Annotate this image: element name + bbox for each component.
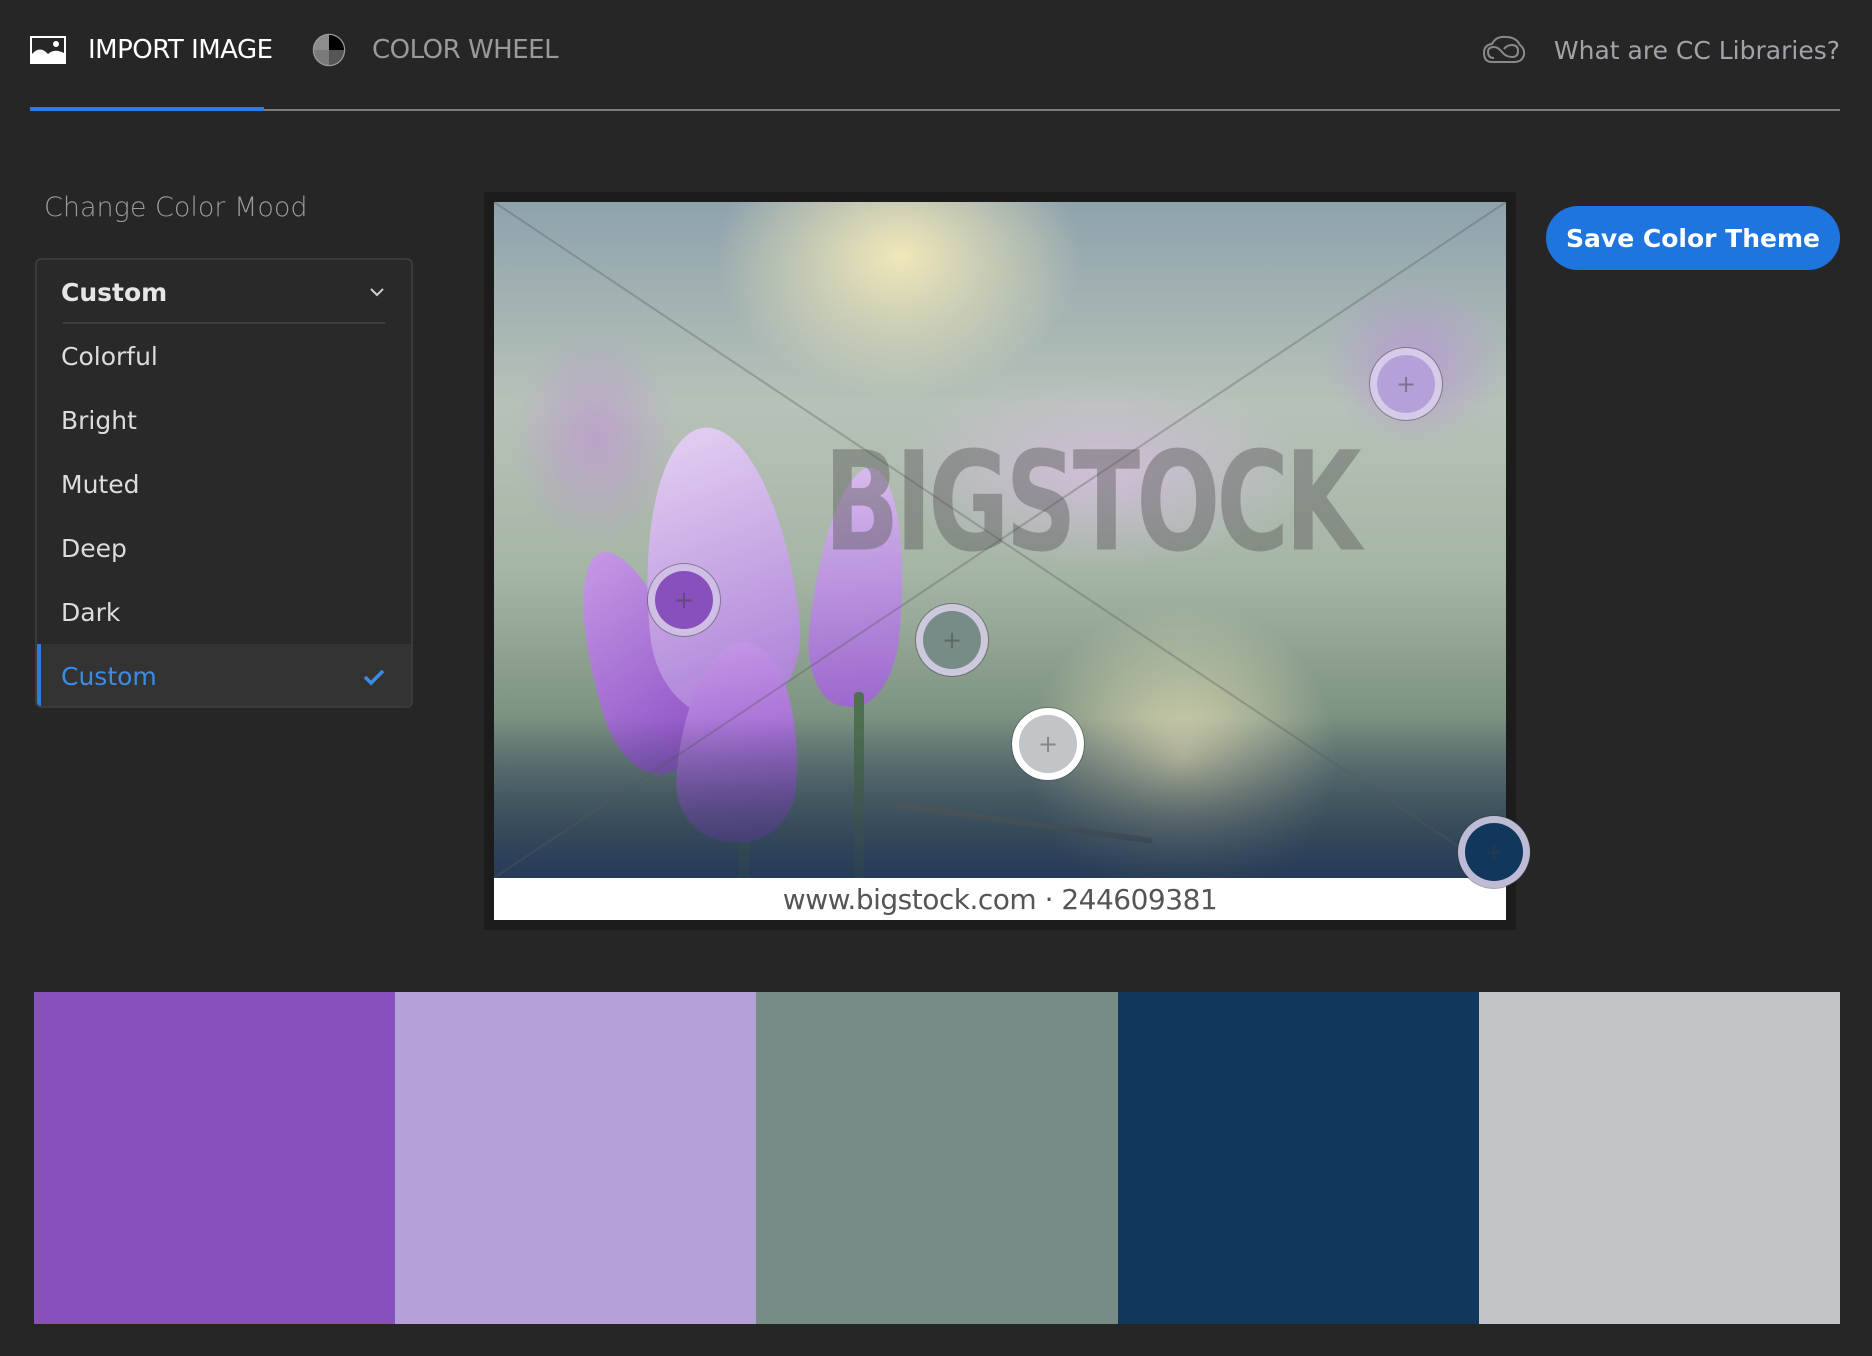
color-swatch[interactable] — [34, 992, 396, 1324]
image-frame: BIGSTOCK www.bigstock.com · 244609381 — [484, 192, 1516, 930]
tab-import-image-label: IMPORT IMAGE — [88, 35, 273, 65]
source-photo: BIGSTOCK — [494, 202, 1506, 878]
change-color-mood-title: Change Color Mood — [44, 192, 308, 223]
color-theme-swatches — [34, 992, 1841, 1324]
tab-color-wheel-label: COLOR WHEEL — [372, 35, 559, 65]
watermark-text: BIGSTOCK — [824, 422, 1362, 582]
color-swatch[interactable] — [1117, 992, 1479, 1324]
cc-libraries-link[interactable]: What are CC Libraries? — [1482, 28, 1840, 72]
mood-option-bright[interactable]: Bright — [37, 388, 411, 452]
plus-icon: + — [941, 626, 963, 654]
mood-option-dark[interactable]: Dark — [37, 580, 411, 644]
color-swatch[interactable] — [395, 992, 757, 1324]
color-swatch[interactable] — [1478, 992, 1841, 1324]
mood-option-deep[interactable]: Deep — [37, 516, 411, 580]
color-picker-handle[interactable]: + — [648, 564, 720, 636]
color-mood-dropdown-toggle[interactable]: Custom — [37, 260, 411, 324]
mood-option-label: Dark — [61, 597, 121, 627]
tab-color-wheel[interactable]: COLOR WHEEL — [312, 28, 559, 72]
color-mood-selected-value: Custom — [61, 277, 168, 307]
color-picker-handle[interactable]: + — [1012, 708, 1084, 780]
plus-icon: + — [1483, 838, 1505, 866]
tab-import-image[interactable]: IMPORT IMAGE — [30, 28, 273, 72]
photo-footer: www.bigstock.com · 244609381 — [494, 878, 1506, 920]
active-tab-indicator — [30, 107, 264, 111]
mood-option-label: Bright — [61, 405, 137, 435]
creative-cloud-icon — [1482, 35, 1526, 63]
photo-credit: www.bigstock.com · 244609381 — [782, 882, 1218, 916]
plus-icon: + — [1395, 370, 1417, 398]
cc-libraries-label: What are CC Libraries? — [1553, 35, 1840, 65]
image-icon — [30, 36, 66, 64]
mood-option-label: Muted — [61, 469, 140, 499]
mood-option-label: Colorful — [61, 341, 158, 371]
color-swatch[interactable] — [756, 992, 1118, 1324]
color-picker-handle[interactable]: + — [916, 604, 988, 676]
mood-option-muted[interactable]: Muted — [37, 452, 411, 516]
color-mood-options: Colorful Bright Muted Deep Dark Custom — [37, 324, 411, 706]
save-color-theme-button[interactable]: Save Color Theme — [1546, 206, 1840, 270]
tab-divider — [30, 109, 1840, 111]
checkmark-icon — [363, 669, 385, 686]
color-mood-dropdown[interactable]: Custom Colorful Bright Muted Deep Dark C… — [35, 258, 413, 708]
mood-option-label: Custom — [61, 661, 157, 691]
mood-option-colorful[interactable]: Colorful — [37, 324, 411, 388]
mood-option-label: Deep — [61, 533, 127, 563]
color-picker-handle[interactable]: + — [1370, 348, 1442, 420]
color-wheel-icon — [312, 33, 346, 67]
chevron-down-icon — [370, 288, 384, 297]
plus-icon: + — [673, 586, 695, 614]
color-picker-handle[interactable]: + — [1458, 816, 1530, 888]
mood-option-custom[interactable]: Custom — [37, 644, 411, 706]
plus-icon: + — [1037, 730, 1059, 758]
